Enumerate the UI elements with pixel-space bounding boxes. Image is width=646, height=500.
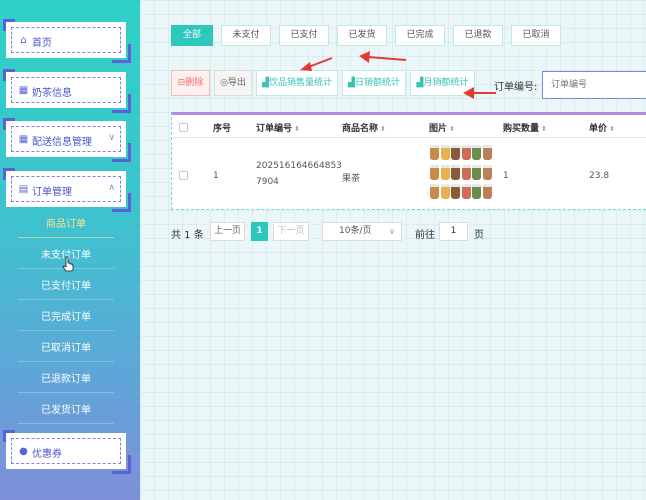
cup-thumbnail xyxy=(472,184,481,199)
corner-decoration xyxy=(3,168,15,180)
header-image[interactable]: 图片 ⬍ xyxy=(429,121,455,134)
cup-thumbnail xyxy=(430,184,439,199)
sidebar-menu-home[interactable]: ⌂ 首页 xyxy=(3,19,131,63)
cup-thumbnail xyxy=(430,164,439,180)
cup-thumbnail xyxy=(440,184,450,199)
sort-icon: ⬍ xyxy=(294,125,300,133)
goto-label: 前往 xyxy=(415,230,435,241)
sidebar-menu-orders[interactable]: ▤ 订单管理 ∧ xyxy=(3,168,131,212)
tab-shipped[interactable]: 已发货 xyxy=(337,25,387,46)
export-button[interactable]: ◎导出 xyxy=(214,70,252,96)
orders-table: 序号 订单编号 ⬍ 商品名称 ⬍ 图片 ⬍ 购买数量 ⬍ 单价 ⬍ 1 202516164… xyxy=(171,112,646,210)
cup-thumbnail xyxy=(482,184,492,199)
sidebar-sub-paid[interactable]: 已支付订单 xyxy=(18,274,114,300)
delete-button[interactable]: ⊟删除 xyxy=(171,70,210,96)
page-size-select[interactable]: 10条/页 ∨ xyxy=(322,222,402,241)
row-index: 1 xyxy=(213,171,219,181)
row-order-number-cont: 7904 xyxy=(256,177,279,187)
sidebar-sub-product-orders[interactable]: 商品订单 xyxy=(18,212,114,238)
cup-thumbnail xyxy=(461,145,471,160)
cup-thumbnail xyxy=(451,184,460,199)
hand-cursor-icon xyxy=(62,256,74,272)
sort-icon: ⬍ xyxy=(380,125,386,133)
row-quantity: 1 xyxy=(503,171,509,181)
pagination-total: 共 1 条 xyxy=(171,230,204,241)
grid-icon: ▦ xyxy=(18,85,29,96)
cup-thumbnail xyxy=(472,145,481,160)
header-product-name[interactable]: 商品名称 ⬍ xyxy=(342,121,386,134)
grid-icon: ▦ xyxy=(18,134,29,145)
row-product-name: 果茶 xyxy=(342,174,361,184)
tab-all[interactable]: 全部 xyxy=(171,25,213,46)
annotation-arrow-icon xyxy=(300,57,333,71)
header-order-number[interactable]: 订单编号 ⬍ xyxy=(256,121,300,134)
cup-thumbnail xyxy=(482,145,492,160)
cup-thumbnail xyxy=(440,164,450,180)
sidebar-sub-shipped[interactable]: 已发货订单 xyxy=(18,398,114,424)
header-quantity[interactable]: 购买数量 ⬍ xyxy=(503,121,547,134)
row-price: 23.8 xyxy=(589,171,610,181)
tab-refunded[interactable]: 已退款 xyxy=(453,25,503,46)
goto-page-input[interactable]: 1 xyxy=(439,222,468,241)
cup-thumbnail xyxy=(461,164,471,180)
cup-thumbnail xyxy=(451,164,460,180)
sort-icon: ⬍ xyxy=(609,125,615,133)
order-number-label: 订单编号: xyxy=(494,82,538,93)
tab-paid[interactable]: 已支付 xyxy=(279,25,329,46)
select-all-checkbox[interactable] xyxy=(179,123,188,132)
tab-completed[interactable]: 已完成 xyxy=(395,25,445,46)
sidebar-sub-cancelled[interactable]: 已取消订单 xyxy=(18,336,114,362)
chevron-down-icon: ∨ xyxy=(108,133,115,143)
menu-label: 首页 xyxy=(32,38,52,49)
annotation-arrow-icon xyxy=(359,51,407,63)
cup-thumbnail xyxy=(482,164,492,180)
page-1-button[interactable]: 1 xyxy=(251,222,268,241)
menu-label: 奶茶信息 xyxy=(32,88,72,99)
corner-decoration xyxy=(3,430,15,442)
sidebar: ⌂ 首页 ▦ 奶茶信息 ▦ 配送信息管理 ∨ ▤ 订单管理 ∧ 商品订单 未支付… xyxy=(0,0,140,500)
header-price[interactable]: 单价 ⬍ xyxy=(589,121,615,134)
sidebar-menu-coupons[interactable]: ● 优惠券 xyxy=(3,430,131,474)
product-image[interactable] xyxy=(430,145,492,203)
menu-label: 配送信息管理 xyxy=(32,137,92,148)
sidebar-sub-completed[interactable]: 已完成订单 xyxy=(18,305,114,331)
drop-icon: ● xyxy=(19,446,28,457)
row-order-number: 202516164664853 xyxy=(256,161,342,171)
page-size-value: 10条/页 xyxy=(339,226,372,236)
header-divider xyxy=(172,137,646,138)
tab-cancelled[interactable]: 已取消 xyxy=(511,25,561,46)
next-page-button[interactable]: 下一页 xyxy=(273,222,309,241)
beverage-sales-stats-button[interactable]: ▟饮品销售量统计 xyxy=(256,70,338,96)
cup-thumbnail xyxy=(461,184,471,199)
corner-decoration xyxy=(3,118,15,130)
cup-thumbnail xyxy=(451,145,460,160)
cup-thumbnail xyxy=(440,145,450,160)
order-number-input[interactable] xyxy=(542,71,646,99)
home-icon: ⌂ xyxy=(20,35,27,46)
sidebar-sub-refunded[interactable]: 已退款订单 xyxy=(18,367,114,393)
row-checkbox[interactable] xyxy=(179,171,188,180)
menu-label: 订单管理 xyxy=(32,187,72,198)
tab-unpaid[interactable]: 未支付 xyxy=(221,25,271,46)
menu-label: 优惠券 xyxy=(32,449,62,460)
cup-thumbnail xyxy=(472,164,481,180)
sort-icon: ⬍ xyxy=(541,125,547,133)
daily-sales-stats-button[interactable]: ▟日销额统计 xyxy=(342,70,406,96)
sidebar-menu-delivery[interactable]: ▦ 配送信息管理 ∨ xyxy=(3,118,131,162)
annotation-arrow-icon xyxy=(463,87,496,99)
sidebar-menu-milktea[interactable]: ▦ 奶茶信息 xyxy=(3,69,131,113)
cart-icon: ▤ xyxy=(18,184,29,195)
header-index[interactable]: 序号 xyxy=(213,121,231,134)
page-suffix-label: 页 xyxy=(474,230,484,241)
corner-decoration xyxy=(3,19,15,31)
sort-icon: ⬍ xyxy=(449,125,455,133)
prev-page-button[interactable]: 上一页 xyxy=(210,222,245,241)
chevron-down-icon: ∨ xyxy=(389,227,395,236)
cup-thumbnail xyxy=(430,145,439,160)
corner-decoration xyxy=(3,69,15,81)
chevron-up-icon: ∧ xyxy=(108,183,115,193)
